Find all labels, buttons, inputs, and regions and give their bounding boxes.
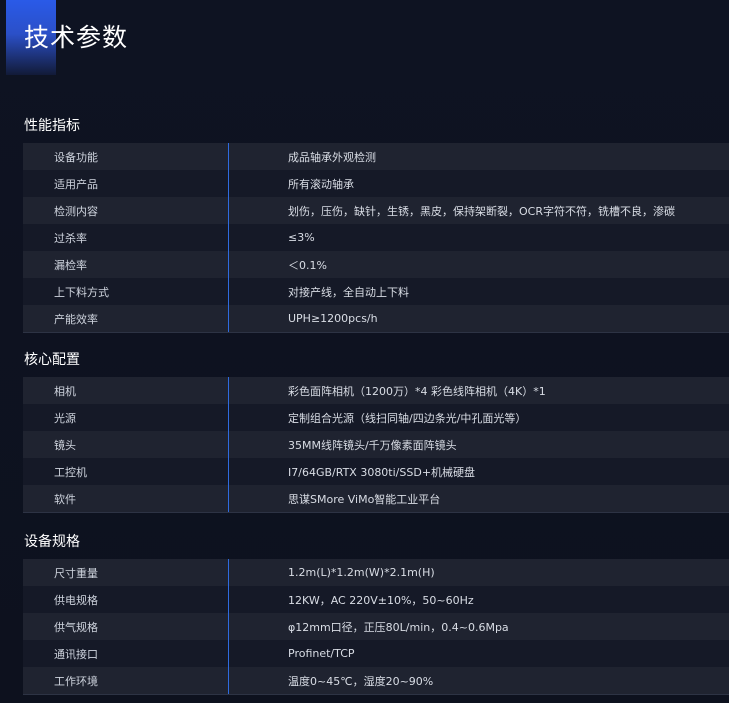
row-value: φ12mm口径，正压80L/min，0.4~0.6Mpa (288, 620, 509, 634)
spec-table: 尺寸重量 1.2m(L)*1.2m(W)*2.1m(H) 供电规格 12KW，AC … (23, 559, 729, 695)
row-value: 温度0~45℃，湿度20~90% (288, 674, 434, 688)
table-row: 通讯接口 Profinet/TCP (23, 640, 729, 667)
table-row: 供电规格 12KW，AC 220V±10%，50~60Hz (23, 586, 729, 613)
row-label: 供电规格 (54, 593, 98, 607)
table-row: 软件 思谋SMore ViMo智能工业平台 (23, 485, 729, 512)
table-row: 相机 彩色面阵相机（1200万）*4 彩色线阵相机（4K）*1 (23, 377, 729, 404)
spec-table: 相机 彩色面阵相机（1200万）*4 彩色线阵相机（4K）*1 光源 定制组合光源（… (23, 377, 729, 513)
row-label: 上下料方式 (54, 285, 109, 299)
column-divider (228, 143, 229, 332)
row-value: UPH≥1200pcs/h (288, 312, 378, 325)
row-label: 尺寸重量 (54, 566, 98, 580)
row-label: 镜头 (54, 438, 76, 452)
row-label: 检测内容 (54, 204, 98, 218)
table-row: 漏检率 ＜0.1% (23, 251, 729, 278)
table-row: 工控机 I7/64GB/RTX 3080ti/SSD+机械硬盘 (23, 458, 729, 485)
table-row: 过杀率 ≤3% (23, 224, 729, 251)
row-label: 通讯接口 (54, 647, 98, 661)
row-label: 过杀率 (54, 231, 87, 245)
row-value: 对接产线，全自动上下料 (288, 285, 409, 299)
column-divider (228, 377, 229, 512)
table-row: 工作环境 温度0~45℃，湿度20~90% (23, 667, 729, 694)
row-label: 光源 (54, 411, 76, 425)
table-row: 适用产品 所有滚动轴承 (23, 170, 729, 197)
table-row: 产能效率 UPH≥1200pcs/h (23, 305, 729, 332)
row-label: 适用产品 (54, 177, 98, 191)
row-value: ≤3% (288, 231, 315, 244)
table-row: 上下料方式 对接产线，全自动上下料 (23, 278, 729, 305)
table-row: 光源 定制组合光源（线扫同轴/四边条光/中孔面光等） (23, 404, 729, 431)
table-row: 设备功能 成品轴承外观检测 (23, 143, 729, 170)
page-title: 技术参数 (24, 23, 129, 52)
row-label: 设备功能 (54, 150, 98, 164)
row-value: 35MM线阵镜头/千万像素面阵镜头 (288, 438, 457, 452)
row-value: I7/64GB/RTX 3080ti/SSD+机械硬盘 (288, 465, 476, 479)
row-value: 成品轴承外观检测 (288, 150, 376, 164)
row-value: Profinet/TCP (288, 647, 355, 660)
row-label: 软件 (54, 492, 76, 506)
section-title: 性能指标 (24, 118, 80, 134)
row-label: 工控机 (54, 465, 87, 479)
row-value: 12KW，AC 220V±10%，50~60Hz (288, 593, 474, 607)
table-row: 检测内容 划伤，压伤，缺针，生锈，黑皮，保持架断裂，OCR字符不符，铣槽不良，渗碳 (23, 197, 729, 224)
row-label: 产能效率 (54, 312, 98, 326)
row-value: 彩色面阵相机（1200万）*4 彩色线阵相机（4K）*1 (288, 384, 546, 398)
table-row: 镜头 35MM线阵镜头/千万像素面阵镜头 (23, 431, 729, 458)
row-value: ＜0.1% (288, 258, 327, 272)
row-label: 供气规格 (54, 620, 98, 634)
row-value: 所有滚动轴承 (288, 177, 354, 191)
tech-specs-page: 技术参数 性能指标 设备功能 成品轴承外观检测 适用产品 所有滚动轴承 检测内容 划伤… (0, 0, 729, 703)
row-value: 思谋SMore ViMo智能工业平台 (288, 492, 441, 506)
row-label: 工作环境 (54, 674, 98, 688)
spec-table: 设备功能 成品轴承外观检测 适用产品 所有滚动轴承 检测内容 划伤，压伤，缺针，生锈，… (23, 143, 729, 333)
table-row: 供气规格 φ12mm口径，正压80L/min，0.4~0.6Mpa (23, 613, 729, 640)
table-row: 尺寸重量 1.2m(L)*1.2m(W)*2.1m(H) (23, 559, 729, 586)
section-title: 设备规格 (24, 534, 80, 550)
section-title: 核心配置 (24, 352, 80, 368)
row-label: 相机 (54, 384, 76, 398)
column-divider (228, 559, 229, 694)
row-value: 1.2m(L)*1.2m(W)*2.1m(H) (288, 566, 435, 579)
row-value: 划伤，压伤，缺针，生锈，黑皮，保持架断裂，OCR字符不符，铣槽不良，渗碳 (288, 204, 675, 218)
row-label: 漏检率 (54, 258, 87, 272)
row-value: 定制组合光源（线扫同轴/四边条光/中孔面光等） (288, 411, 527, 425)
